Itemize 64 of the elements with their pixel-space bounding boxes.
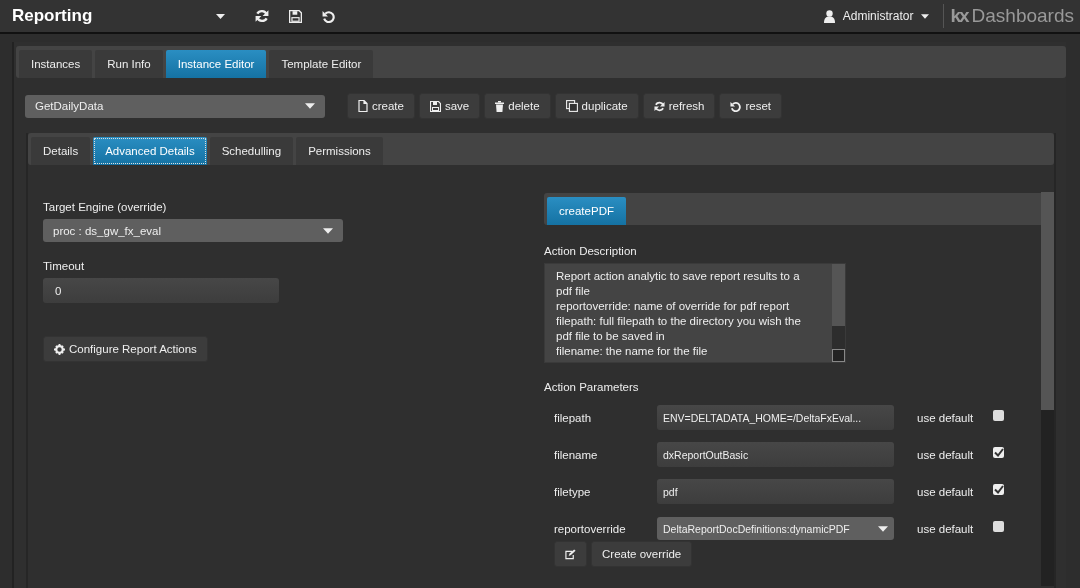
description-field[interactable]: Report action analytic to save report results to a pdf file reportoverride: name of override for pdf report filepath: full filepath to the directory you wish the pdf file to be saved in filename: the name for the file xyxy=(544,263,846,363)
settings-icon xyxy=(54,343,65,355)
file-icon xyxy=(358,100,368,112)
configure-button[interactable]: Configure Report Actions xyxy=(43,336,208,362)
tab[interactable]: Template Editor xyxy=(269,50,374,78)
trash-icon xyxy=(495,100,505,112)
create-override-button[interactable]: Create override xyxy=(591,541,693,567)
caret-icon xyxy=(323,227,333,234)
save-icon xyxy=(429,100,441,112)
refresh-icon xyxy=(653,100,665,112)
tab[interactable]: Schedulling xyxy=(209,137,294,165)
caret-icon[interactable] xyxy=(921,13,930,19)
brand-logo: kx xyxy=(950,5,968,27)
copy-icon xyxy=(565,100,578,112)
save-action-button[interactable]: save xyxy=(418,93,481,119)
refresh-action-button[interactable]: refresh xyxy=(642,93,716,119)
checkbox[interactable] xyxy=(993,483,1004,495)
tab[interactable]: Details xyxy=(31,137,91,165)
save-icon[interactable] xyxy=(289,9,302,23)
tab[interactable]: createPDF xyxy=(547,197,626,225)
user-menu[interactable]: Administrator xyxy=(842,9,914,23)
caret-icon xyxy=(878,525,888,532)
user-icon xyxy=(823,9,835,23)
parameter-name: filepath xyxy=(554,411,593,424)
reset-action-button[interactable]: reset xyxy=(719,93,783,119)
timeout-field[interactable]: 0 xyxy=(43,278,279,303)
parameter-name: filename xyxy=(554,448,599,461)
checkbox[interactable] xyxy=(993,520,1004,532)
field-label: Action Description xyxy=(544,245,637,257)
caret-icon[interactable] xyxy=(216,13,225,19)
engine-select[interactable]: proc : ds_gw_fx_eval xyxy=(43,219,343,242)
parameter-field[interactable]: pdf xyxy=(657,479,894,504)
parameter-select[interactable]: DeltaReportDocDefinitions:dynamicPDF xyxy=(657,517,894,540)
checkbox[interactable] xyxy=(993,446,1004,458)
field-label: Timeout xyxy=(43,260,85,272)
checkbox-label: use default xyxy=(917,411,975,424)
caret-icon xyxy=(305,103,315,109)
file-action-button[interactable]: create xyxy=(347,93,415,119)
checkbox-label: use default xyxy=(917,448,975,461)
tab[interactable]: Instances xyxy=(19,50,93,78)
brand-name: Dashboards xyxy=(971,5,1074,27)
checkbox[interactable] xyxy=(993,409,1004,421)
app-title: Reporting xyxy=(12,6,94,26)
parameter-name: reportoverride xyxy=(554,522,627,535)
reset-icon[interactable] xyxy=(322,9,335,23)
tab[interactable]: Run Info xyxy=(95,50,163,78)
refresh-icon[interactable] xyxy=(255,9,269,23)
tab[interactable]: Instance Editor xyxy=(165,50,267,78)
scrollbar[interactable] xyxy=(1041,192,1054,586)
instance-select[interactable]: GetDailyData xyxy=(25,94,325,118)
parameter-field[interactable]: dxReportOutBasic xyxy=(657,442,894,467)
trash-action-button[interactable]: delete xyxy=(484,93,551,119)
checkbox-label: use default xyxy=(917,485,975,498)
checkbox-label: use default xyxy=(917,522,975,535)
copy-action-button[interactable]: duplicate xyxy=(554,93,639,119)
reset-icon xyxy=(730,100,742,112)
parameter-name: filetype xyxy=(554,485,592,498)
tab[interactable]: Advanced Details xyxy=(93,137,207,165)
tab[interactable]: Permissions xyxy=(296,137,383,165)
field-label: Target Engine (override) xyxy=(43,201,167,213)
field-label: Action Parameters xyxy=(544,381,639,393)
parameter-field[interactable]: ENV=DELTADATA_HOME=/DeltaFxEval... xyxy=(657,405,894,430)
edit-button[interactable] xyxy=(554,541,587,567)
edit-icon xyxy=(565,548,576,560)
